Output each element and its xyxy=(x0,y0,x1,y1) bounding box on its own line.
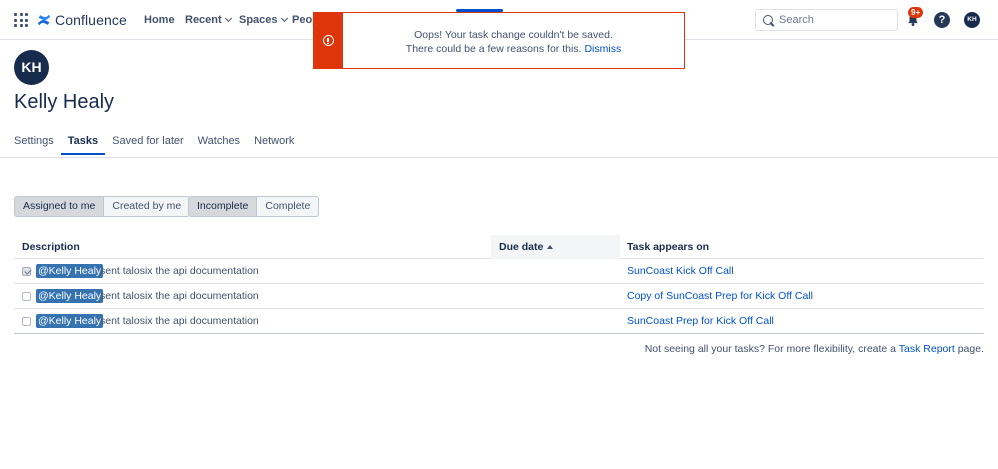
chevron-down-icon xyxy=(224,14,232,23)
task-report-hint: Not seeing all your tasks? For more flex… xyxy=(645,343,984,355)
search-input[interactable] xyxy=(779,14,889,26)
search-icon xyxy=(763,15,773,25)
search-box[interactable] xyxy=(755,9,898,31)
chevron-down-icon xyxy=(280,14,288,23)
task-checkbox[interactable] xyxy=(22,267,31,276)
incomplete-button[interactable]: Incomplete xyxy=(188,196,258,217)
error-flag: Oops! Your task change couldn't be saved… xyxy=(313,12,685,69)
nav-spaces[interactable]: Spaces xyxy=(239,14,288,26)
status-filter: Incomplete Complete xyxy=(188,196,320,217)
tab-saved-for-later[interactable]: Saved for later xyxy=(112,135,184,154)
column-due-date-label: Due date xyxy=(499,241,544,253)
error-icon xyxy=(323,35,334,46)
notifications-badge: 9+ xyxy=(908,7,924,18)
table-header: Description Due date Task appears on xyxy=(14,235,984,259)
logo-text: Confluence xyxy=(55,12,127,28)
tabs-divider xyxy=(0,157,998,158)
help-icon[interactable]: ? xyxy=(934,12,950,28)
tab-watches[interactable]: Watches xyxy=(198,135,240,154)
nav-recent[interactable]: Recent xyxy=(185,14,232,26)
hint-suffix: page. xyxy=(957,343,984,355)
hint-prefix: Not seeing all your tasks? For more flex… xyxy=(644,343,897,355)
app-switcher-icon[interactable] xyxy=(14,13,28,27)
confluence-logo[interactable]: Confluence xyxy=(37,12,127,28)
user-mention[interactable]: @Kelly Healy xyxy=(36,289,104,303)
column-description[interactable]: Description xyxy=(22,235,80,259)
task-page-link[interactable]: SunCoast Kick Off Call xyxy=(627,264,734,278)
task-page-link[interactable]: SunCoast Prep for Kick Off Call xyxy=(627,314,774,328)
tasks-table: Description Due date Task appears on @Ke… xyxy=(14,235,984,334)
complete-button[interactable]: Complete xyxy=(257,196,320,217)
table-row: @Kelly Healy sent talosix the api docume… xyxy=(14,259,984,284)
confluence-logo-icon xyxy=(37,14,51,26)
error-line-2: There could be a few reasons for this. Di… xyxy=(343,42,684,56)
error-flag-sidebar xyxy=(314,13,343,68)
tab-network[interactable]: Network xyxy=(254,135,294,154)
sort-ascending-icon xyxy=(547,245,554,249)
nav-home[interactable]: Home xyxy=(144,14,175,26)
task-report-link[interactable]: Task Report xyxy=(899,343,955,355)
profile-name: Kelly Healy xyxy=(14,91,115,113)
assignment-filter: Assigned to me Created by me xyxy=(14,196,191,217)
task-text: sent talosix the api documentation xyxy=(100,265,259,277)
error-line-2-text: There could be a few reasons for this. xyxy=(405,43,582,55)
profile-avatar: KH xyxy=(14,50,49,85)
table-row: @Kelly Healy sent talosix the api docume… xyxy=(14,309,984,334)
error-flag-message: Oops! Your task change couldn't be saved… xyxy=(343,13,684,68)
task-text: sent talosix the api documentation xyxy=(100,290,259,302)
nav-home-label: Home xyxy=(144,14,175,26)
profile-tabs: Settings Tasks Saved for later Watches N… xyxy=(14,135,308,155)
nav-spaces-label: Spaces xyxy=(239,14,278,26)
column-task-appears-on[interactable]: Task appears on xyxy=(627,235,709,259)
user-mention[interactable]: @Kelly Healy xyxy=(36,264,104,278)
tab-tasks[interactable]: Tasks xyxy=(60,135,106,155)
error-line-1: Oops! Your task change couldn't be saved… xyxy=(414,29,613,41)
dismiss-link[interactable]: Dismiss xyxy=(584,43,621,55)
column-due-date[interactable]: Due date xyxy=(491,235,620,259)
task-checkbox[interactable] xyxy=(22,292,31,301)
created-by-me-button[interactable]: Created by me xyxy=(104,196,191,217)
task-checkbox[interactable] xyxy=(22,317,31,326)
task-page-link[interactable]: Copy of SunCoast Prep for Kick Off Call xyxy=(627,289,813,303)
user-mention[interactable]: @Kelly Healy xyxy=(36,314,104,328)
task-text: sent talosix the api documentation xyxy=(100,315,259,327)
table-row: @Kelly Healy sent talosix the api docume… xyxy=(14,284,984,309)
assigned-to-me-button[interactable]: Assigned to me xyxy=(14,196,105,217)
nav-recent-label: Recent xyxy=(185,14,222,26)
tab-settings[interactable]: Settings xyxy=(14,135,54,154)
user-avatar[interactable]: KH xyxy=(964,12,980,28)
